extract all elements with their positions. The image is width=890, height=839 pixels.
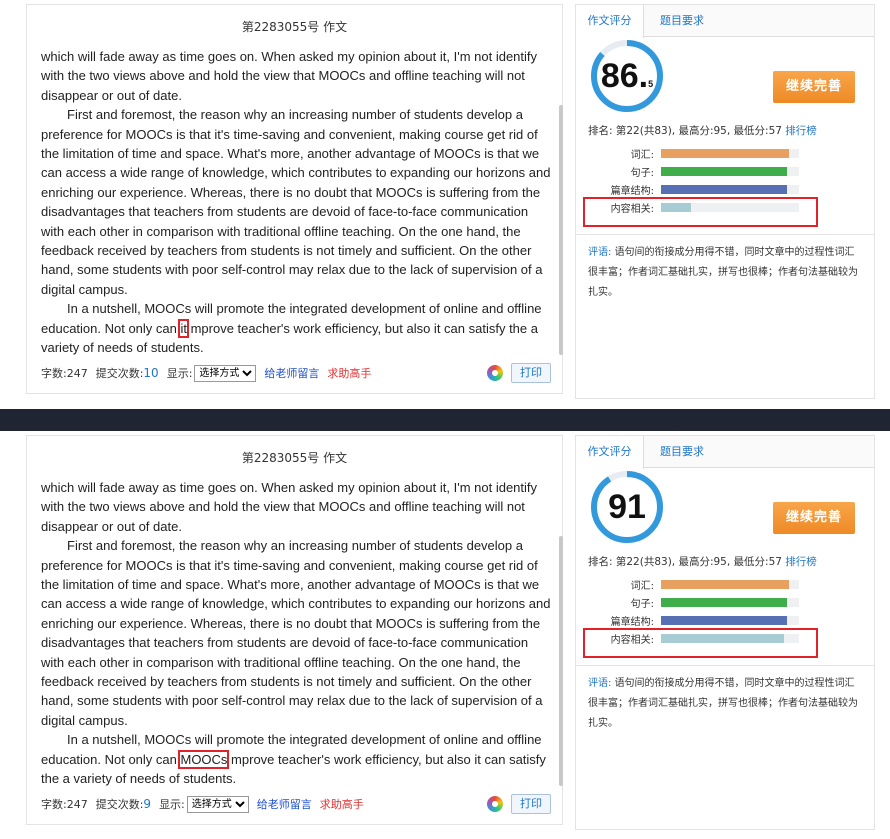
word-count: 字数:247 [41, 367, 88, 380]
ranking-text: 排名: 第22(共83), 最高分:95, 最低分:57 [588, 556, 782, 568]
metric-track [661, 185, 799, 194]
metric-track [661, 580, 799, 589]
score-integer: 91 [608, 487, 646, 526]
highlight-box-content-relevance [583, 197, 818, 227]
comparison-panel-before: 第2283055号 作文 which will fade away as tim… [0, 0, 890, 409]
essay-editor: 第2283055号 作文 which will fade away as tim… [26, 4, 563, 394]
tab-question-requirements[interactable]: 题目要求 [648, 5, 716, 37]
submit-count: 10 [143, 366, 159, 380]
display-label: 显示: [159, 798, 185, 811]
score-sidebar: 作文评分 题目要求 91 继续完善 排名: 第22(共83), 最高分:95, … [575, 435, 875, 830]
print-button[interactable]: 打印 [511, 363, 551, 383]
metric-label: 句子: [630, 168, 654, 179]
metric-track [661, 167, 799, 176]
essay-toolbar: 字数:247 提交次数: 10 显示: 选择方式 给老师留言 求助高手 打印 [41, 363, 551, 383]
comment-key: 评语: [588, 247, 612, 258]
color-palette-icon[interactable] [487, 365, 503, 381]
metric-bar [661, 149, 790, 158]
submit-count-label: 提交次数: [95, 798, 144, 811]
metric-label: 篇章结构: [610, 617, 654, 628]
metric-row: 篇章结构: [588, 180, 868, 198]
paragraph-1: which will fade away as time goes on. Wh… [41, 480, 538, 534]
metric-bar [661, 167, 787, 176]
paragraph-3: In a nutshell, MOOCs will promote the in… [41, 730, 553, 788]
score-decimal: 5 [648, 78, 654, 89]
essay-text[interactable]: which will fade away as time goes on. Wh… [41, 478, 553, 789]
metric-label: 词汇: [630, 581, 654, 592]
ranking-text: 排名: 第22(共83), 最高分:95, 最低分:57 [588, 125, 782, 137]
comparison-panel-after: 第2283055号 作文 which will fade away as tim… [0, 431, 890, 839]
display-mode-select[interactable]: 选择方式 [186, 795, 249, 813]
metric-label: 句子: [630, 599, 654, 610]
metric-bar [661, 580, 790, 589]
word-count: 字数:247 [41, 798, 88, 811]
continue-improve-button[interactable]: 继续完善 [773, 502, 855, 534]
color-palette-icon[interactable] [487, 796, 503, 812]
comment-text: 语句间的衔接成分用得不错，同时文章中的过程性词汇很丰富；作者词汇基础扎实，拼写也… [588, 678, 858, 729]
metric-bar [661, 616, 787, 625]
score-ring: 91 [590, 470, 664, 544]
tab-essay-score[interactable]: 作文评分 [576, 436, 644, 469]
essay-scrollbar[interactable] [559, 105, 563, 355]
score-value: 91 [608, 488, 646, 527]
score-tabs: 作文评分 题目要求 [576, 5, 874, 38]
ranking-info: 排名: 第22(共83), 最高分:95, 最低分:57 排行榜 [588, 123, 817, 138]
score-sidebar: 作文评分 题目要求 86.5 继续完善 排名: 第22(共83), 最高分:95… [575, 4, 875, 399]
teacher-comment: 评语: 语句间的衔接成分用得不错，同时文章中的过程性词汇很丰富；作者词汇基础扎实… [588, 243, 860, 303]
metric-row: 句子: [588, 162, 868, 180]
metric-label: 篇章结构: [610, 186, 654, 197]
teacher-comment: 评语: 语句间的衔接成分用得不错，同时文章中的过程性词汇很丰富；作者词汇基础扎实… [588, 674, 860, 734]
comment-key: 评语: [588, 678, 612, 689]
essay-title: 第2283055号 作文 [241, 451, 348, 465]
essay-editor: 第2283055号 作文 which will fade away as tim… [26, 435, 563, 825]
score-ring: 86.5 [590, 39, 664, 113]
submit-count-label: 提交次数: [95, 367, 144, 380]
paragraph-3: In a nutshell, MOOCs will promote the in… [41, 299, 553, 357]
submit-count: 9 [143, 797, 152, 811]
display-label: 显示: [166, 367, 193, 380]
tab-question-requirements[interactable]: 题目要求 [648, 436, 716, 468]
score-tabs: 作文评分 题目要求 [576, 436, 874, 469]
display-mode-select[interactable]: 选择方式 [194, 364, 257, 382]
metric-bar [661, 185, 787, 194]
paragraph-2: First and foremost, the reason why an in… [41, 107, 551, 297]
metric-track [661, 149, 799, 158]
leaderboard-link[interactable]: 排行榜 [785, 556, 817, 568]
highlighted-word: MOOCs [178, 749, 230, 769]
continue-improve-button[interactable]: 继续完善 [773, 71, 855, 103]
metric-track [661, 616, 799, 625]
panel-divider [0, 409, 890, 431]
ask-expert-link[interactable]: 求助高手 [327, 365, 371, 381]
highlight-box-content-relevance [583, 628, 818, 658]
metric-track [661, 598, 799, 607]
paragraph-1: which will fade away as time goes on. Wh… [41, 49, 538, 103]
essay-title: 第2283055号 作文 [241, 20, 348, 34]
metric-label: 词汇: [630, 150, 654, 161]
score-integer: 86. [600, 56, 649, 95]
metric-row: 词汇: [588, 144, 868, 162]
message-teacher-link[interactable]: 给老师留言 [264, 365, 319, 381]
comment-divider [576, 234, 874, 235]
comment-divider [576, 665, 874, 666]
ranking-info: 排名: 第22(共83), 最高分:95, 最低分:57 排行榜 [588, 554, 817, 569]
score-value: 86.5 [601, 57, 653, 96]
leaderboard-link[interactable]: 排行榜 [785, 125, 817, 137]
essay-scrollbar[interactable] [559, 536, 563, 786]
message-teacher-link[interactable]: 给老师留言 [257, 796, 312, 812]
metric-row: 篇章结构: [588, 611, 868, 629]
ask-expert-link[interactable]: 求助高手 [320, 796, 364, 812]
comment-text: 语句间的衔接成分用得不错，同时文章中的过程性词汇很丰富；作者词汇基础扎实，拼写也… [588, 247, 858, 298]
print-button[interactable]: 打印 [511, 794, 551, 814]
metric-row: 句子: [588, 593, 868, 611]
tab-essay-score[interactable]: 作文评分 [576, 5, 644, 38]
essay-text[interactable]: which will fade away as time goes on. Wh… [41, 47, 553, 358]
metric-bar [661, 598, 787, 607]
essay-toolbar: 字数:247 提交次数: 9 显示: 选择方式 给老师留言 求助高手 打印 [41, 794, 551, 814]
paragraph-2: First and foremost, the reason why an in… [41, 538, 551, 728]
metric-row: 词汇: [588, 575, 868, 593]
